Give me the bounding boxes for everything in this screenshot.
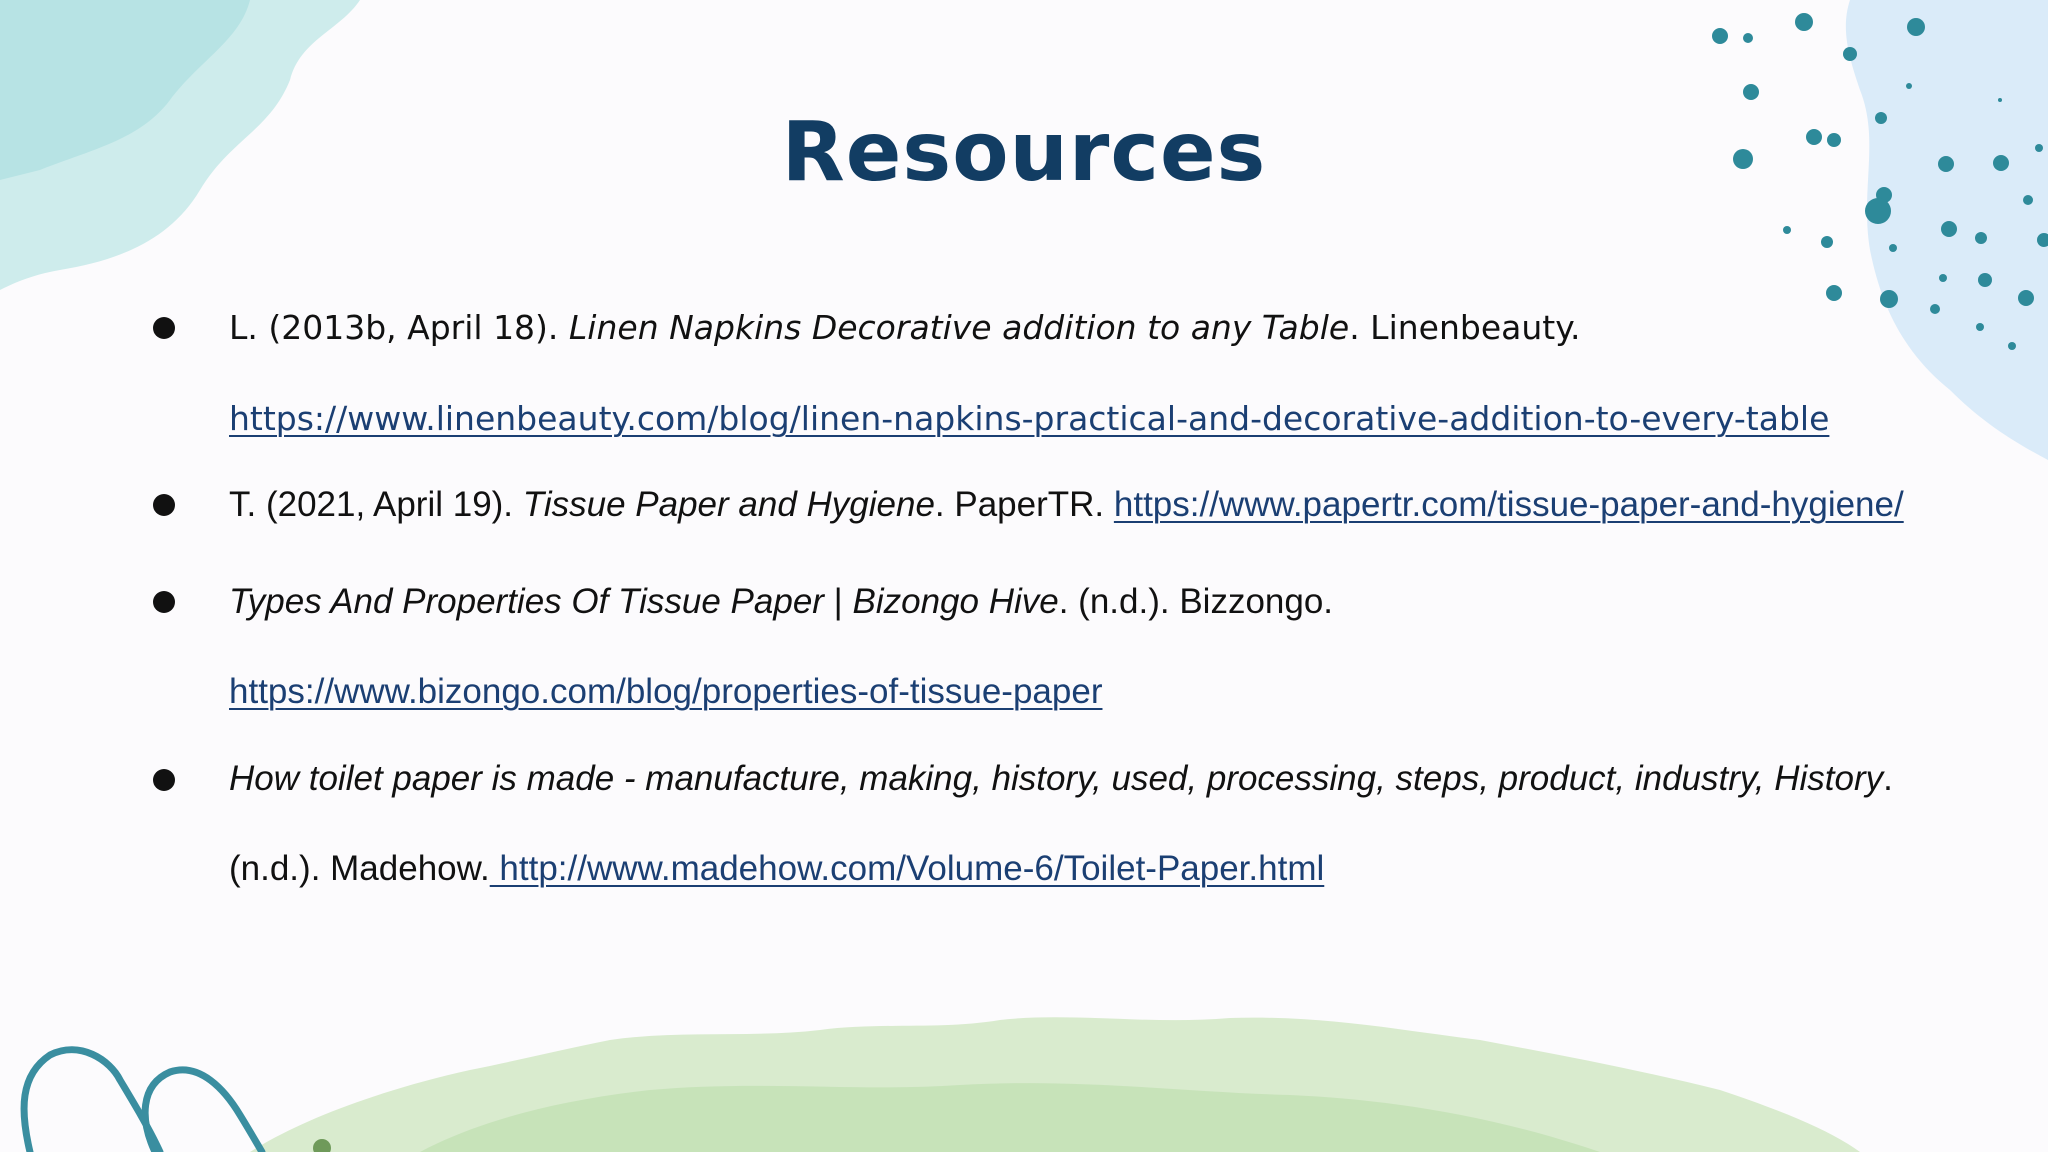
reference-link[interactable]: https://www.bizongo.com/blog/properties-…	[229, 672, 1102, 711]
reference-publisher: . (n.d.). Bizzongo.	[1058, 582, 1334, 621]
reference-author-date: L. (2013b, April 18).	[229, 308, 569, 347]
reference-publisher: . PaperTR.	[934, 485, 1114, 524]
reference-link[interactable]: https://www.papertr.com/tissue-paper-and…	[1114, 485, 1904, 524]
reference-title-source: Bizongo Hive	[852, 582, 1059, 621]
reference-link[interactable]: http://www.madehow.com/Volume-6/Toilet-P…	[490, 849, 1324, 888]
reference-url-line: (n.d.). Madehow. http://www.madehow.com/…	[229, 847, 1324, 891]
reference-citation: Types And Properties Of Tissue Paper | B…	[229, 580, 1333, 624]
reference-title-end: .	[1883, 759, 1893, 798]
reference-title: How toilet paper is made - manufacture, …	[229, 759, 1884, 798]
swirl-decoration	[20, 1046, 266, 1152]
bullet-icon	[153, 317, 175, 339]
reference-title: Types And Properties Of Tissue Paper	[229, 582, 824, 621]
reference-title-separator: |	[823, 582, 853, 621]
reference-citation: T. (2021, April 19). Tissue Paper and Hy…	[229, 483, 1904, 527]
reference-publisher: (n.d.). Madehow.	[229, 849, 490, 888]
page-title: Resources	[781, 105, 1267, 200]
bullet-icon	[153, 494, 175, 516]
reference-citation: How toilet paper is made - manufacture, …	[229, 757, 1893, 801]
bullet-icon	[153, 591, 175, 613]
reference-url-line: https://www.linenbeauty.com/blog/linen-n…	[229, 397, 1829, 441]
reference-citation: L. (2013b, April 18). Linen Napkins Deco…	[229, 306, 1581, 350]
slide: Resources L. (2013b, April 18). Linen Na…	[0, 0, 2048, 1152]
reference-author-date: T. (2021, April 19).	[229, 485, 523, 524]
reference-url-line: https://www.bizongo.com/blog/properties-…	[229, 670, 1102, 714]
reference-link[interactable]: https://www.linenbeauty.com/blog/linen-n…	[229, 399, 1829, 438]
reference-title: Linen Napkins Decorative addition to any…	[568, 308, 1350, 347]
reference-title: Tissue Paper and Hygiene	[522, 485, 935, 524]
reference-publisher: . Linenbeauty.	[1349, 308, 1581, 347]
bullet-icon	[153, 769, 175, 791]
